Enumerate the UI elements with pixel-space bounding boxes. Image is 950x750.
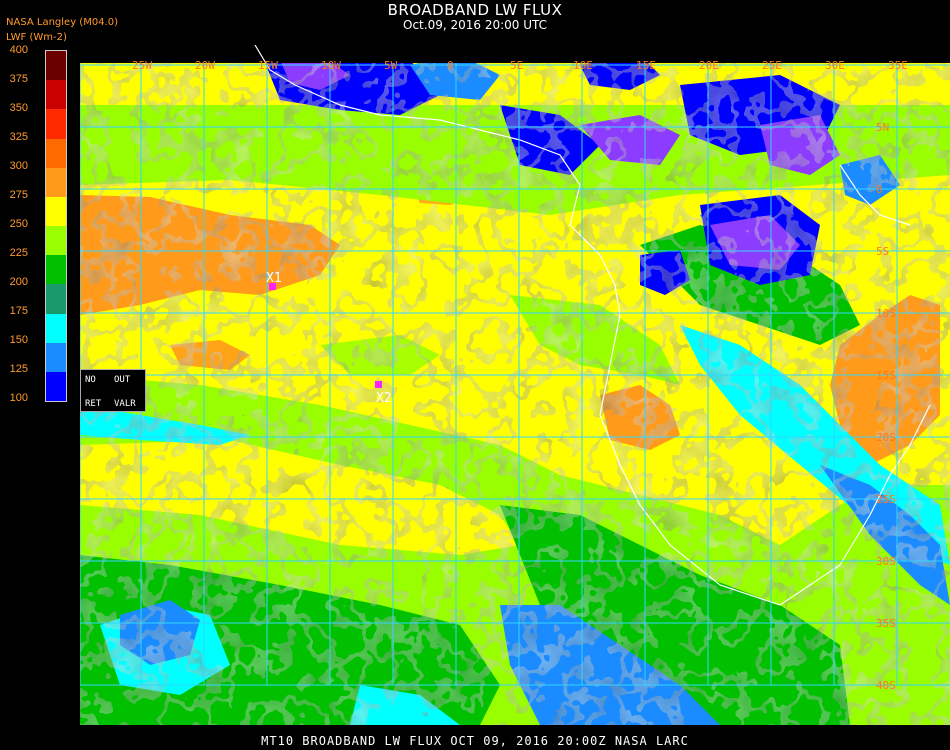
- marker-x2-point: [375, 381, 382, 388]
- legend-swatch: [46, 342, 66, 373]
- longitude-label: 35E: [888, 59, 908, 72]
- legend-swatch: [46, 167, 66, 198]
- latitude-label: 40S: [876, 679, 896, 692]
- legend-label: 175: [9, 305, 28, 317]
- legend-swatch: [46, 138, 66, 169]
- latitude-label: 25S: [876, 493, 896, 506]
- marker-x2-label: X2: [376, 391, 392, 406]
- longitude-label: 5W: [384, 59, 398, 72]
- longitude-label: 20E: [699, 59, 719, 72]
- map-timestamp: Oct.09, 2016 20:00 UTC: [403, 18, 547, 32]
- longitude-label: 10E: [573, 59, 593, 72]
- longitude-label: 10W: [321, 59, 341, 72]
- marker-x1-label: X1: [266, 271, 282, 286]
- legend-swatch: [46, 226, 66, 256]
- out-button[interactable]: OUT: [114, 375, 130, 385]
- legend-label: 275: [9, 189, 28, 201]
- source-label: NASA Langley (M04.0): [6, 17, 118, 28]
- legend-label: 350: [9, 102, 28, 114]
- longitude-label: 0: [447, 59, 454, 72]
- longitude-label: 25W: [132, 59, 152, 72]
- legend-label: 100: [9, 392, 28, 404]
- longitude-label: 5E: [510, 59, 523, 72]
- legend-swatch: [46, 255, 66, 285]
- longitude-label: 30E: [825, 59, 845, 72]
- ret-button[interactable]: RET: [85, 399, 101, 409]
- legend-label: 325: [9, 131, 28, 143]
- latitude-label: 15S: [876, 369, 896, 382]
- legend-swatch: [46, 80, 66, 110]
- latitude-label: 30S: [876, 555, 896, 568]
- legend-label: 300: [9, 160, 28, 172]
- latitude-label: 10S: [876, 307, 896, 320]
- valr-button[interactable]: VALR: [114, 399, 136, 409]
- units-label: LWF (Wm-2): [6, 32, 67, 43]
- longitude-label: 20W: [195, 59, 215, 72]
- legend-swatch: [46, 196, 66, 227]
- legend-label: 400: [9, 44, 28, 56]
- legend-label: 250: [9, 218, 28, 230]
- legend-label: 225: [9, 247, 28, 259]
- latitude-label: 35S: [876, 617, 896, 630]
- legend-swatch: [46, 313, 66, 344]
- latitude-label: 5S: [876, 245, 889, 258]
- color-scale-legend: [45, 50, 67, 402]
- legend-swatch: [46, 284, 66, 314]
- legend-swatch: [46, 109, 66, 139]
- status-footer: MT10 BROADBAND LW FLUX OCT 09, 2016 20:0…: [261, 734, 689, 748]
- latitude-label: 0: [876, 183, 883, 196]
- latitude-label: 5N: [876, 121, 889, 134]
- legend-label: 200: [9, 276, 28, 288]
- flux-map[interactable]: 25W 20W 15W 10W 5W 0 5E 10E 15E 20E 25E 30E 35E 5N 0 5…: [80, 45, 950, 725]
- map-title: BROADBAND LW FLUX: [387, 1, 563, 19]
- legend-label: 150: [9, 334, 28, 346]
- legend-swatch: [46, 371, 66, 402]
- longitude-label: 15W: [258, 59, 278, 72]
- no-button[interactable]: NO: [85, 375, 96, 385]
- latitude-label: 20S: [876, 431, 896, 444]
- legend-label: 375: [9, 73, 28, 85]
- legend-swatch: [46, 51, 66, 81]
- control-panel: NO OUT RET VALR: [80, 369, 146, 412]
- legend-label: 125: [9, 363, 28, 375]
- longitude-label: 15E: [636, 59, 656, 72]
- longitude-label: 25E: [762, 59, 782, 72]
